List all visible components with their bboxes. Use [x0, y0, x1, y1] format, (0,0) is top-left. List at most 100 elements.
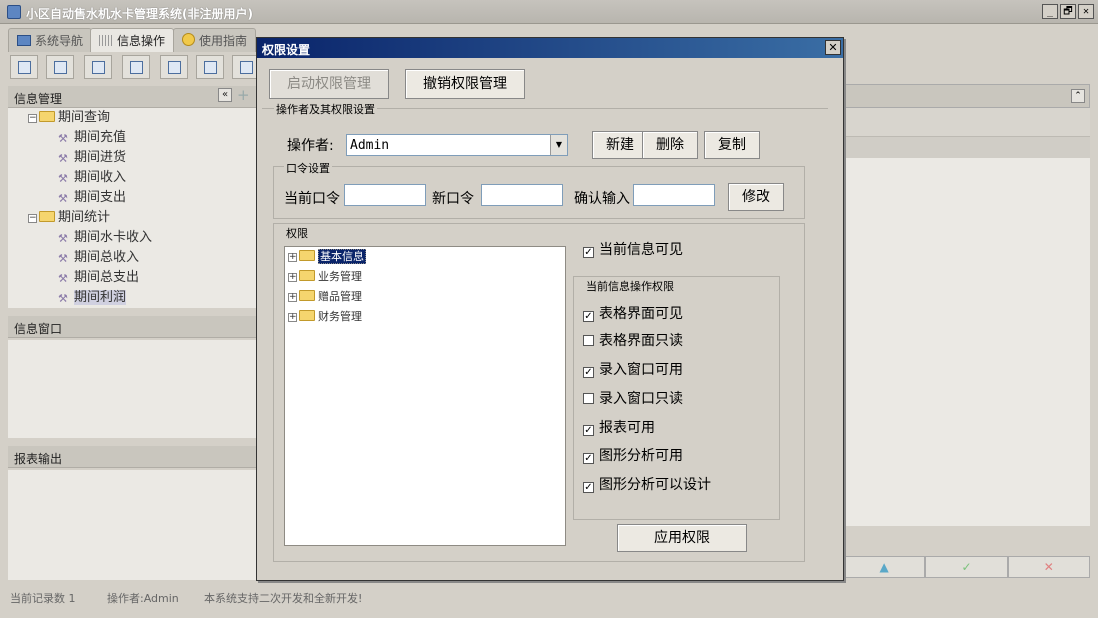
tree-node-period-income[interactable]: ⚒ 期间收入 [58, 169, 126, 187]
graph-analysis-design-checkbox[interactable]: ✓ 图形分析可以设计 [583, 474, 711, 494]
right-column-header [843, 136, 1090, 158]
panel-title: 报表输出 [14, 452, 63, 466]
tree-node-card-income[interactable]: ⚒ 期间水卡收入 [58, 229, 152, 247]
checkbox-checked-icon: ✓ [583, 482, 594, 493]
operator-select[interactable]: Admin ▼ [346, 134, 568, 156]
collapse-icon[interactable]: − [28, 214, 37, 223]
revoke-permission-button[interactable]: 撤销权限管理 [405, 69, 525, 99]
current-password-input[interactable] [344, 184, 426, 206]
move-up-button[interactable]: ▲ [843, 556, 926, 578]
window-controls: _ 🗗 ✕ [1042, 4, 1094, 19]
tree-node-label: 期间支出 [74, 190, 127, 205]
copy-operator-button[interactable]: 复制 [704, 131, 760, 159]
report-output-header: 报表输出 [8, 446, 256, 468]
tab-user-guide[interactable]: 使用指南 [173, 28, 257, 52]
current-info-visible-checkbox[interactable]: ✓ 当前信息可见 [583, 239, 683, 259]
permission-tree: + 基本信息 + 业务管理 + 赠品管理 + 财务管理 [284, 246, 566, 546]
search-tool-button[interactable] [10, 55, 38, 79]
confirm-password-label: 确认输入 [574, 191, 630, 207]
tree-node-period-purchase[interactable]: ⚒ 期间进货 [58, 149, 126, 167]
apply-permission-button[interactable]: 应用权限 [617, 524, 747, 552]
window-tool-button[interactable] [160, 55, 188, 79]
enable-permission-button[interactable]: 启动权限管理 [269, 69, 389, 99]
expand-icon[interactable]: + [288, 313, 297, 322]
confirm-password-input[interactable] [633, 184, 715, 206]
window-icon [168, 61, 181, 74]
tree-node-period-statistics[interactable]: − 期间统计 [28, 209, 110, 227]
add-icon[interactable]: + [237, 86, 250, 104]
report-output-body [8, 470, 256, 580]
modify-password-button[interactable]: 修改 [728, 183, 784, 211]
list-icon [54, 61, 67, 74]
tree-node-period-expense[interactable]: ⚒ 期间支出 [58, 189, 126, 207]
list-tool-button[interactable] [46, 55, 74, 79]
tree-node-label: 期间总支出 [74, 270, 140, 285]
perm-node-gifts[interactable]: + 赠品管理 [288, 288, 362, 306]
expand-icon[interactable]: + [288, 273, 297, 282]
tree-node-label: 期间进货 [74, 150, 127, 165]
tree-node-total-income[interactable]: ⚒ 期间总收入 [58, 249, 139, 267]
search-icon [18, 61, 31, 74]
grid-visible-checkbox[interactable]: ✓ 表格界面可见 [583, 303, 683, 323]
grid-readonly-checkbox[interactable]: 表格界面只读 [583, 330, 683, 350]
entry-window-readonly-checkbox[interactable]: 录入窗口只读 [583, 388, 683, 408]
tab-system-nav[interactable]: 系统导航 [8, 28, 93, 52]
users-tool-button[interactable] [122, 55, 150, 79]
dialog-title: 权限设置 [262, 43, 311, 57]
checkbox-label: 报表可用 [599, 420, 655, 436]
folder-icon [299, 270, 315, 281]
right-panel-header: ⌃ [843, 84, 1090, 108]
collapse-left-icon[interactable]: « [218, 88, 232, 102]
delete-operator-button[interactable]: 删除 [642, 131, 698, 159]
tree-node-label: 期间利润 [74, 290, 127, 305]
tool-icon: ⚒ [58, 232, 68, 245]
tree-node-period-profit[interactable]: ⚒ 期间利润 [58, 289, 127, 307]
restore-button[interactable]: 🗗 [1060, 4, 1076, 19]
perm-node-finance[interactable]: + 财务管理 [288, 308, 362, 326]
status-operator: 操作者:Admin [107, 592, 179, 605]
entry-window-enabled-checkbox[interactable]: ✓ 录入窗口可用 [583, 359, 683, 379]
print-icon [240, 61, 253, 74]
tab-label: 系统导航 [35, 34, 84, 48]
collapse-icon[interactable]: − [28, 114, 37, 123]
document-icon [92, 61, 105, 74]
close-button[interactable]: ✕ [1078, 4, 1094, 19]
new-password-input[interactable] [481, 184, 563, 206]
perm-node-basic-info[interactable]: + 基本信息 [288, 248, 366, 266]
tree-node-label: 期间水卡收入 [74, 230, 153, 245]
expand-icon[interactable]: + [288, 293, 297, 302]
help-icon [182, 33, 195, 46]
chevron-down-icon[interactable]: ▼ [550, 135, 567, 155]
group-title: 当前信息操作权限 [584, 278, 676, 294]
window-titlebar: 小区自动售水机水卡管理系统(非注册用户) _ 🗗 ✕ [0, 0, 1098, 24]
cancel-button[interactable]: ✕ [1007, 556, 1090, 578]
operator-select-value: Admin [350, 138, 390, 153]
tree-node-period-recharge[interactable]: ⚒ 期间充值 [58, 129, 126, 147]
expand-icon[interactable]: + [288, 253, 297, 262]
current-password-label: 当前口令 [284, 191, 340, 207]
tree-node-period-query[interactable]: − 期间查询 [28, 109, 110, 127]
tree-node-label: 期间收入 [74, 170, 127, 185]
info-management-header: 信息管理 « + [8, 86, 256, 108]
perm-node-business[interactable]: + 业务管理 [288, 268, 362, 286]
report-enabled-checkbox[interactable]: ✓ 报表可用 [583, 417, 655, 437]
checkbox-checked-icon: ✓ [583, 247, 594, 258]
new-password-label: 新口令 [432, 191, 474, 207]
document-tool-button[interactable] [84, 55, 112, 79]
tree-node-label: 期间充值 [74, 130, 127, 145]
dialog-close-button[interactable]: ✕ [825, 40, 841, 55]
status-record-count: 当前记录数 1 [10, 592, 76, 605]
folder-icon [299, 250, 315, 261]
status-bar: 当前记录数 1 操作者:Admin 本系统支持二次开发和全新开发! [0, 586, 1098, 608]
graph-analysis-enabled-checkbox[interactable]: ✓ 图形分析可用 [583, 445, 683, 465]
app-icon [7, 5, 21, 19]
minimize-button[interactable]: _ [1042, 4, 1058, 19]
new-operator-button[interactable]: 新建 [592, 131, 648, 159]
export-tool-button[interactable] [196, 55, 224, 79]
dialog-titlebar: 权限设置 ✕ [257, 38, 843, 58]
confirm-button[interactable]: ✓ [925, 556, 1008, 578]
tab-info-operations[interactable]: 信息操作 [90, 28, 175, 52]
info-window-body [8, 340, 256, 438]
tree-node-total-expense[interactable]: ⚒ 期间总支出 [58, 269, 139, 287]
collapse-up-icon[interactable]: ⌃ [1071, 89, 1085, 103]
